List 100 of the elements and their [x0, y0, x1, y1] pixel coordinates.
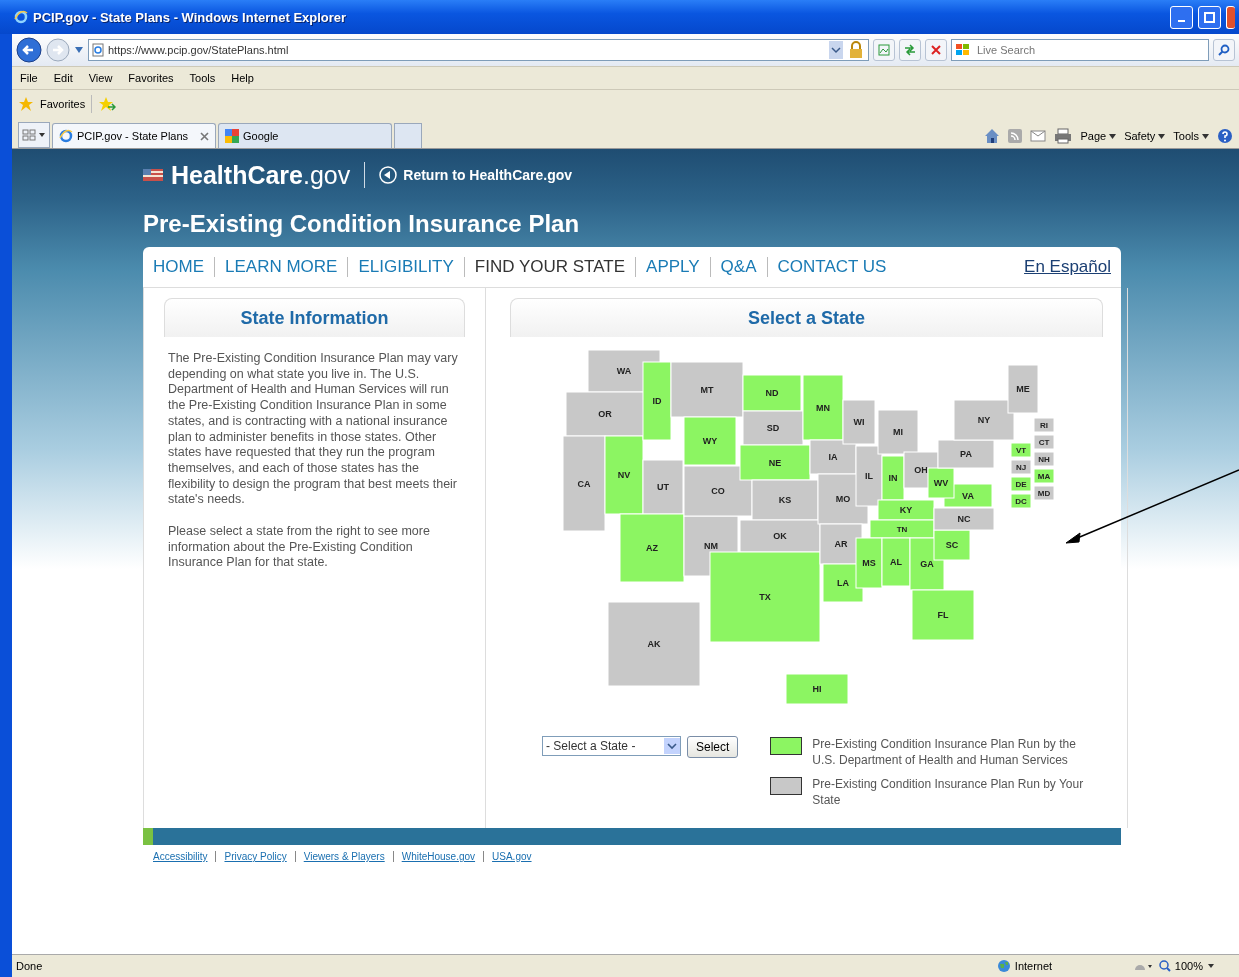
- state-region[interactable]: [881, 455, 905, 501]
- language-link[interactable]: En Español: [1024, 257, 1111, 277]
- nav-link[interactable]: HOME: [153, 257, 214, 277]
- search-box[interactable]: Live Search: [951, 39, 1209, 61]
- state-region[interactable]: [927, 467, 955, 499]
- close-button[interactable]: [1226, 5, 1235, 29]
- legend-label: Pre-Existing Condition Insurance Plan Run by the U.S. Department of Health and Human Services: [812, 736, 1077, 768]
- menu-item[interactable]: Help: [223, 72, 262, 84]
- state-label: RI: [1040, 421, 1048, 430]
- footer-link[interactable]: WhiteHouse.gov: [392, 851, 484, 862]
- caret-icon[interactable]: [1207, 963, 1215, 969]
- nav-link[interactable]: Q&A: [709, 257, 767, 277]
- google-icon: [225, 129, 239, 143]
- back-button[interactable]: [16, 37, 42, 63]
- help-icon[interactable]: [1217, 128, 1233, 144]
- nav-link[interactable]: CONTACT US: [766, 257, 897, 277]
- footer-link[interactable]: Privacy Policy: [215, 851, 295, 862]
- state-label: OK: [773, 531, 787, 541]
- address-field[interactable]: https://www.pcip.gov/StatePlans.html: [88, 39, 869, 61]
- dropdown-caret-icon[interactable]: [829, 41, 843, 59]
- legend-label: Pre-Existing Condition Insurance Plan Run by Your State: [812, 776, 1085, 808]
- browser-tab[interactable]: Google: [218, 123, 392, 148]
- browser-tab[interactable]: PCIP.gov - State Plans: [52, 123, 216, 148]
- page-icon: [92, 43, 104, 57]
- state-label: NH: [1038, 455, 1050, 464]
- favorites-button[interactable]: Favorites: [40, 98, 86, 110]
- print-icon[interactable]: [1054, 128, 1073, 144]
- state-label: MD: [1037, 489, 1051, 498]
- nav-link[interactable]: ELIGIBILITY: [347, 257, 464, 277]
- feeds-icon[interactable]: [1008, 129, 1023, 143]
- state-label: WI: [853, 417, 865, 427]
- menu-item[interactable]: Favorites: [120, 72, 182, 84]
- state-label: MT: [700, 384, 714, 395]
- window-title: PCIP.gov - State Plans - Windows Internet Explorer: [33, 9, 348, 25]
- state-region[interactable]: [1033, 468, 1055, 484]
- ie-logo-icon: [14, 10, 28, 24]
- maximize-icon: [1204, 11, 1215, 23]
- command-menu[interactable]: Tools: [1173, 130, 1199, 142]
- lock-icon[interactable]: [847, 41, 865, 59]
- state-label: IA: [828, 452, 838, 462]
- state-dropdown[interactable]: - Select a State -: [542, 736, 681, 756]
- state-region[interactable]: [855, 537, 883, 589]
- stop-button[interactable]: [925, 39, 947, 61]
- zoom-level[interactable]: 100%: [1174, 960, 1203, 972]
- state-label: GA: [920, 559, 934, 569]
- menu-item[interactable]: File: [12, 72, 46, 84]
- state-label: TX: [759, 592, 771, 602]
- history-caret-icon[interactable]: [74, 46, 84, 54]
- panel-heading: Select a State: [510, 298, 1103, 337]
- state-label: DE: [1015, 480, 1027, 489]
- menu-item[interactable]: View: [80, 72, 121, 84]
- maximize-button[interactable]: [1198, 5, 1221, 29]
- return-link[interactable]: Return to HealthCare.gov: [403, 167, 573, 183]
- footer-link[interactable]: Accessibility: [153, 851, 216, 862]
- zoom-icon: [1158, 960, 1171, 972]
- nav-link[interactable]: APPLY: [635, 257, 710, 277]
- footer-link[interactable]: Viewers & Players: [294, 851, 393, 862]
- state-label: KS: [778, 495, 792, 505]
- state-label: AR: [834, 539, 848, 549]
- state-region[interactable]: [1033, 451, 1055, 467]
- info-paragraph: The Pre-Existing Condition Insurance Plan may vary depending on what state you live in. The U.S. Department of Health and Human Services will run the Pre-Existing Condition Insurance Plan in some states, and is contracting with a national insurance plan to administer benefits in those states. Other states have requested that they run the program themselves, and each of those states has the flexibility to design the program that best meets their state's needs.: [168, 351, 459, 509]
- state-region[interactable]: [1010, 493, 1032, 509]
- state-region[interactable]: [1010, 442, 1032, 458]
- state-region[interactable]: [1010, 476, 1032, 492]
- select-button[interactable]: Select: [687, 736, 739, 758]
- state-label: MN: [816, 402, 830, 413]
- search-button[interactable]: [1213, 39, 1235, 61]
- panel-heading: State Information: [164, 298, 465, 337]
- state-label: SC: [945, 540, 959, 550]
- state-label: AL: [890, 557, 902, 567]
- state-region[interactable]: [1007, 364, 1039, 414]
- page-title: Pre-Existing Condition Insurance Plan: [143, 209, 581, 239]
- nav-link[interactable]: FIND YOUR STATE: [463, 257, 636, 277]
- command-menu[interactable]: Page: [1080, 130, 1107, 142]
- nav-link[interactable]: LEARN MORE: [214, 257, 348, 277]
- state-label: OH: [914, 465, 928, 475]
- home-icon[interactable]: [984, 128, 1001, 144]
- refresh-icon: [904, 44, 916, 56]
- minimize-button[interactable]: [1170, 5, 1193, 29]
- state-label: PA: [960, 449, 972, 459]
- state-region[interactable]: [1033, 417, 1055, 433]
- state-label: NY: [977, 415, 991, 425]
- state-region[interactable]: [1010, 459, 1032, 475]
- add-favorite-icon[interactable]: [98, 96, 117, 112]
- caret-icon: [667, 742, 677, 750]
- caret-icon: [1158, 133, 1166, 139]
- quick-tabs-button[interactable]: [18, 122, 50, 148]
- state-region[interactable]: [1033, 434, 1055, 450]
- command-menu[interactable]: Safety: [1124, 130, 1156, 142]
- new-tab-button[interactable]: [394, 123, 422, 148]
- mail-icon[interactable]: [1030, 130, 1047, 142]
- menu-item[interactable]: Edit: [45, 72, 81, 84]
- site-logo[interactable]: HealthCare.gov: [143, 160, 351, 190]
- menu-item[interactable]: Tools: [181, 72, 224, 84]
- close-tab-icon[interactable]: [200, 131, 209, 141]
- refresh-button[interactable]: [899, 39, 921, 61]
- compatibility-button[interactable]: [873, 39, 895, 61]
- state-label: IL: [865, 471, 873, 481]
- footer-link[interactable]: USA.gov: [483, 851, 540, 862]
- state-region[interactable]: [1033, 485, 1055, 501]
